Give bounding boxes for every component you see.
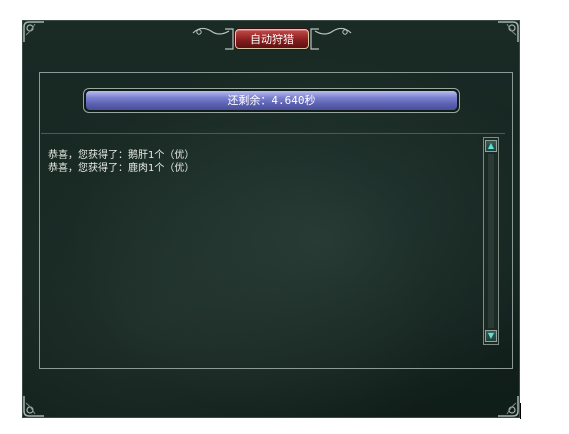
corner-ornament-icon	[497, 21, 519, 43]
corner-ornament-icon	[23, 395, 45, 417]
edge-mark	[520, 403, 521, 419]
title-bar: 自动狩猎	[189, 23, 355, 53]
countdown-label: 还剩余：4.640秒	[227, 94, 316, 107]
log-scrollbar[interactable]: ▲ ▼	[483, 137, 499, 345]
countdown-progress-bar: 还剩余：4.640秒	[83, 88, 460, 113]
title-button[interactable]: 自动狩猎	[235, 29, 309, 49]
arrow-down-icon[interactable]: ▼	[485, 330, 497, 342]
log-line: 恭喜，您获得了：鹅肝1个（优）	[48, 150, 195, 161]
corner-ornament-icon	[23, 21, 45, 43]
log-line: 恭喜，您获得了：鹿肉1个（优）	[48, 163, 195, 174]
game-screen: 自动狩猎 还剩余：4.640秒 恭喜，您获得了：鹅肝1个（优） 恭喜，您获得了：…	[0, 0, 569, 434]
arrow-up-icon[interactable]: ▲	[485, 140, 497, 152]
auto-hunt-dialog: 自动狩猎 还剩余：4.640秒 恭喜，您获得了：鹅肝1个（优） 恭喜，您获得了：…	[22, 20, 520, 418]
log-lines: 恭喜，您获得了：鹅肝1个（优） 恭喜，您获得了：鹿肉1个（优）	[48, 149, 468, 175]
corner-ornament-icon	[497, 395, 519, 417]
loot-log: 恭喜，您获得了：鹅肝1个（优） 恭喜，您获得了：鹿肉1个（优）	[41, 133, 505, 349]
scroll-track[interactable]	[488, 154, 494, 328]
